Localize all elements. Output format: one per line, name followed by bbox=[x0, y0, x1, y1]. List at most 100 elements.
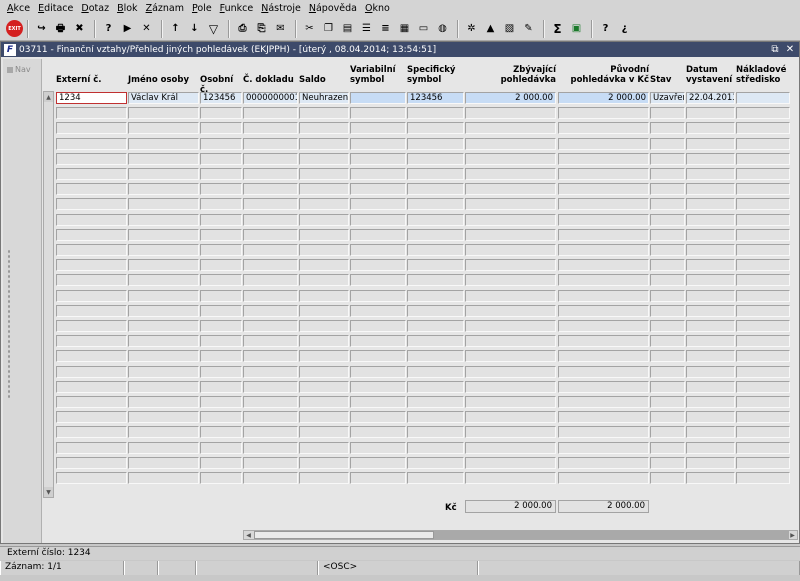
table-cell[interactable]: Václav Král bbox=[128, 92, 199, 104]
table-cell[interactable] bbox=[128, 472, 199, 484]
table-cell[interactable] bbox=[350, 198, 406, 211]
table-cell[interactable] bbox=[299, 350, 349, 363]
table-cell[interactable] bbox=[407, 122, 464, 135]
table-cell[interactable] bbox=[299, 274, 349, 287]
table-cell[interactable] bbox=[686, 107, 735, 120]
menu-item-4[interactable]: Záznam bbox=[142, 0, 188, 17]
table-cell[interactable] bbox=[243, 107, 298, 120]
table-cell[interactable] bbox=[128, 441, 199, 454]
table-cell[interactable] bbox=[200, 320, 242, 332]
table-cell[interactable] bbox=[558, 335, 649, 348]
table-cell[interactable] bbox=[407, 335, 464, 348]
table-cell[interactable] bbox=[299, 411, 349, 424]
table-cell[interactable] bbox=[350, 411, 406, 424]
table-cell[interactable] bbox=[56, 456, 127, 469]
table-cell[interactable] bbox=[128, 304, 199, 317]
table-cell[interactable] bbox=[686, 426, 735, 439]
table-cell[interactable] bbox=[465, 335, 556, 348]
table-cell[interactable] bbox=[465, 274, 556, 287]
table-cell[interactable] bbox=[56, 107, 127, 120]
table-cell[interactable] bbox=[736, 335, 790, 348]
table-cell[interactable] bbox=[407, 365, 464, 378]
table-cell[interactable] bbox=[243, 168, 298, 180]
table-cell[interactable] bbox=[200, 304, 242, 317]
table-cell[interactable] bbox=[465, 152, 556, 165]
table-cell[interactable] bbox=[650, 365, 685, 378]
table-cell[interactable] bbox=[350, 365, 406, 378]
table-cell[interactable] bbox=[350, 107, 406, 120]
table-cell[interactable] bbox=[56, 472, 127, 484]
table-cell[interactable] bbox=[686, 183, 735, 196]
table-cell[interactable] bbox=[299, 168, 349, 180]
table-cell[interactable] bbox=[128, 365, 199, 378]
table-cell[interactable] bbox=[350, 244, 406, 256]
table-cell[interactable] bbox=[686, 274, 735, 287]
table-cell[interactable] bbox=[243, 213, 298, 226]
table-cell[interactable] bbox=[465, 228, 556, 241]
table-cell[interactable] bbox=[56, 396, 127, 408]
table-cell[interactable] bbox=[686, 335, 735, 348]
menu-item-8[interactable]: Nápověda bbox=[305, 0, 361, 17]
mail-icon[interactable]: ✉ bbox=[272, 20, 289, 37]
table-cell[interactable] bbox=[650, 213, 685, 226]
table-cell[interactable] bbox=[56, 137, 127, 150]
table-cell[interactable]: 2 000.00 bbox=[558, 92, 649, 104]
table-cell[interactable] bbox=[686, 198, 735, 211]
table-cell[interactable] bbox=[200, 380, 242, 393]
table-cell[interactable] bbox=[243, 456, 298, 469]
table-cell[interactable] bbox=[200, 350, 242, 363]
table-cell[interactable] bbox=[736, 259, 790, 272]
table-cell[interactable] bbox=[200, 396, 242, 408]
table-cell[interactable] bbox=[736, 107, 790, 120]
table-cell[interactable] bbox=[558, 396, 649, 408]
table-cell[interactable] bbox=[736, 456, 790, 469]
table-cell[interactable] bbox=[299, 213, 349, 226]
column-header-8[interactable]: Původní pohledávka v Kč bbox=[558, 65, 650, 85]
table-cell[interactable] bbox=[686, 152, 735, 165]
table-cell[interactable] bbox=[650, 320, 685, 332]
column-header-5[interactable]: Variabilní symbol bbox=[350, 65, 406, 85]
table-cell[interactable] bbox=[56, 274, 127, 287]
menu-item-5[interactable]: Pole bbox=[188, 0, 216, 17]
table-cell[interactable] bbox=[128, 213, 199, 226]
table-cell[interactable] bbox=[558, 350, 649, 363]
table-cell[interactable] bbox=[200, 213, 242, 226]
table-cell[interactable] bbox=[128, 380, 199, 393]
table-cell[interactable] bbox=[350, 396, 406, 408]
table-cell[interactable] bbox=[686, 411, 735, 424]
table-cell[interactable] bbox=[686, 289, 735, 302]
table-cell[interactable] bbox=[56, 289, 127, 302]
table-cell[interactable] bbox=[128, 137, 199, 150]
table-cell[interactable] bbox=[350, 152, 406, 165]
table-cell[interactable] bbox=[650, 289, 685, 302]
table-cell[interactable] bbox=[558, 274, 649, 287]
table-cell[interactable] bbox=[736, 274, 790, 287]
cut-icon[interactable]: ✂ bbox=[301, 20, 318, 37]
table-cell[interactable] bbox=[407, 198, 464, 211]
table-cell[interactable] bbox=[686, 472, 735, 484]
table-cell[interactable] bbox=[56, 380, 127, 393]
column-header-10[interactable]: Datum vystavení bbox=[686, 65, 735, 85]
table-cell[interactable] bbox=[56, 411, 127, 424]
table-cell[interactable] bbox=[650, 380, 685, 393]
table-cell[interactable] bbox=[128, 289, 199, 302]
scroll-up-icon[interactable]: ▲ bbox=[44, 92, 53, 102]
table-cell[interactable] bbox=[243, 441, 298, 454]
table-cell[interactable] bbox=[128, 107, 199, 120]
table-cell[interactable] bbox=[650, 426, 685, 439]
table-cell[interactable] bbox=[56, 320, 127, 332]
table-cell[interactable] bbox=[736, 380, 790, 393]
menu-item-0[interactable]: Akce bbox=[3, 0, 34, 17]
table-cell[interactable] bbox=[465, 168, 556, 180]
table-cell[interactable] bbox=[200, 456, 242, 469]
table-cell[interactable] bbox=[299, 426, 349, 439]
table-cell[interactable]: Neuhrazené bbox=[299, 92, 349, 104]
table-cell[interactable] bbox=[650, 456, 685, 469]
table-cell[interactable] bbox=[350, 289, 406, 302]
table-cell[interactable] bbox=[56, 441, 127, 454]
report-icon[interactable]: ▧ bbox=[501, 20, 518, 37]
nav-button[interactable]: Nav bbox=[7, 65, 31, 74]
table-cell[interactable] bbox=[200, 183, 242, 196]
table-cell[interactable]: 2 000.00 bbox=[465, 92, 556, 104]
table-cell[interactable] bbox=[407, 152, 464, 165]
